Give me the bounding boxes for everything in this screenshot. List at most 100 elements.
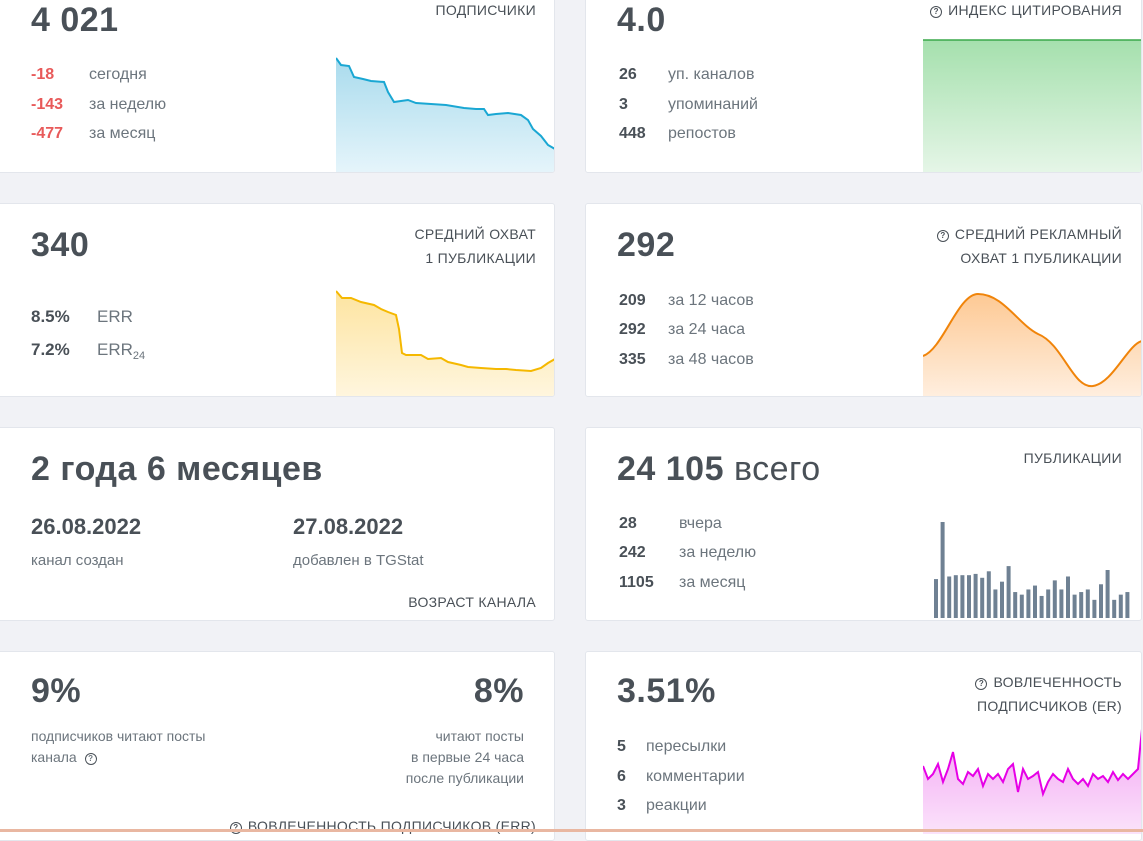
er-label-line2: ПОДПИСЧИКОВ (ER) bbox=[975, 694, 1122, 718]
posts-total: 24 105 bbox=[617, 450, 724, 488]
row-text: за месяц bbox=[89, 125, 155, 142]
posts-bar bbox=[1013, 592, 1017, 618]
posts-bar bbox=[1086, 589, 1090, 618]
posts-bar bbox=[967, 575, 971, 618]
posts-bar bbox=[1059, 589, 1063, 618]
posts-bar bbox=[974, 574, 978, 618]
er-card: 3.51% ?ВОВЛЕЧЕННОСТЬПОДПИСЧИКОВ (ER) 5пе… bbox=[585, 651, 1142, 841]
posts-bar bbox=[993, 589, 997, 618]
posts-bar bbox=[1106, 570, 1110, 618]
row-num: -477 bbox=[31, 125, 89, 143]
posts-bar bbox=[1046, 589, 1050, 618]
row-num: 209 bbox=[619, 292, 668, 310]
row-num: 242 bbox=[619, 544, 679, 562]
subscribers-label: ПОДПИСЧИКИ bbox=[435, 0, 536, 22]
citation-label-text: ИНДЕКС ЦИТИРОВАНИЯ bbox=[948, 2, 1122, 18]
row-text: за месяц bbox=[679, 574, 745, 591]
posts-bar bbox=[1007, 566, 1011, 618]
subscribers-row-today: -18сегодня bbox=[31, 66, 147, 84]
posts-bar bbox=[1079, 592, 1083, 618]
citation-row-mentions: 3упоминаний bbox=[619, 96, 758, 114]
row-text: вчера bbox=[679, 515, 722, 532]
row-num: 7.2% bbox=[31, 340, 97, 360]
posts-row-yesterday: 28вчера bbox=[619, 515, 722, 533]
posts-bar bbox=[934, 579, 938, 618]
row-num: 3 bbox=[617, 797, 646, 815]
posts-total-suffix: всего bbox=[734, 450, 821, 488]
reach-value: 340 bbox=[31, 226, 89, 265]
question-circle-icon[interactable]: ? bbox=[85, 753, 97, 765]
reach-row-err24: 7.2%ERR24 bbox=[31, 340, 145, 362]
posts-bar bbox=[1092, 600, 1096, 618]
err-left-text: подписчиков читают посты канала ? bbox=[31, 726, 205, 768]
row-text: комментарии bbox=[646, 768, 745, 785]
row-text: за неделю bbox=[679, 544, 756, 561]
posts-label: ПУБЛИКАЦИИ bbox=[1024, 446, 1122, 470]
created-date: 26.08.2022 bbox=[31, 514, 141, 540]
err-left-text-line2-text: канала bbox=[31, 749, 77, 765]
reach-label-line1: СРЕДНИЙ ОХВАТ bbox=[414, 222, 536, 246]
posts-bar bbox=[1099, 584, 1103, 618]
age-label: ВОЗРАСТ КАНАЛА bbox=[408, 590, 536, 614]
err-right-value: 8% bbox=[474, 672, 524, 711]
posts-bar bbox=[1119, 595, 1123, 618]
row-text: за 48 часов bbox=[668, 351, 754, 368]
citation-row-reposts: 448репостов bbox=[619, 125, 736, 143]
row-num: -18 bbox=[31, 66, 89, 84]
ad-reach-row-48h: 335за 48 часов bbox=[619, 351, 754, 369]
posts-bar bbox=[941, 522, 945, 618]
posts-bar bbox=[987, 571, 991, 618]
row-num: 5 bbox=[617, 738, 646, 756]
posts-card: 24 105 всего ПУБЛИКАЦИИ 28вчера 242за не… bbox=[585, 427, 1142, 621]
row-text: за 12 часов bbox=[668, 292, 754, 309]
er-value: 3.51% bbox=[617, 672, 716, 711]
row-num: 1105 bbox=[619, 574, 679, 592]
citation-row-channels: 26уп. каналов bbox=[619, 66, 754, 84]
reach-sparkline bbox=[336, 289, 555, 397]
subscribers-sparkline bbox=[336, 51, 555, 173]
age-value: 2 года 6 месяцев bbox=[31, 450, 323, 489]
err-left-value: 9% bbox=[31, 672, 81, 711]
row-text: реакции bbox=[646, 797, 707, 814]
row-num: 448 bbox=[619, 125, 668, 143]
posts-bar bbox=[1033, 586, 1037, 618]
row-text: ERR bbox=[97, 307, 133, 326]
err-right-text-line1: читают посты bbox=[406, 726, 524, 747]
row-text: за 24 часа bbox=[668, 321, 745, 338]
posts-bar bbox=[1040, 596, 1044, 618]
posts-bar bbox=[1000, 582, 1004, 618]
er-sparkline bbox=[923, 724, 1142, 834]
posts-bar bbox=[1112, 600, 1116, 618]
question-circle-icon[interactable]: ? bbox=[230, 822, 242, 834]
row-num: 6 bbox=[617, 768, 646, 786]
er-row-forwards: 5пересылки bbox=[617, 738, 726, 756]
row-text: за неделю bbox=[89, 96, 166, 113]
er-label: ?ВОВЛЕЧЕННОСТЬПОДПИСЧИКОВ (ER) bbox=[975, 670, 1122, 718]
posts-bar bbox=[980, 578, 984, 618]
row-num: 335 bbox=[619, 351, 668, 369]
ad-reach-row-12h: 209за 12 часов bbox=[619, 292, 754, 310]
question-circle-icon[interactable]: ? bbox=[975, 678, 987, 690]
subscribers-row-month: -477за месяц bbox=[31, 125, 155, 143]
subscribers-card: 4 021 ПОДПИСЧИКИ -18сегодня -143за недел… bbox=[0, 0, 555, 173]
row-text: репостов bbox=[668, 125, 736, 142]
row-text: упоминаний bbox=[668, 96, 758, 113]
reach-row-err: 8.5%ERR bbox=[31, 307, 133, 327]
posts-bar bbox=[1020, 595, 1024, 618]
subscribers-value: 4 021 bbox=[31, 1, 119, 40]
posts-bar bbox=[1066, 576, 1070, 618]
added-label: добавлен в TGStat bbox=[293, 552, 424, 569]
posts-row-month: 1105за месяц bbox=[619, 574, 745, 592]
question-circle-icon[interactable]: ? bbox=[937, 230, 949, 242]
reach-label-line2: 1 ПУБЛИКАЦИИ bbox=[414, 246, 536, 270]
citation-value: 4.0 bbox=[617, 1, 666, 40]
ad-reach-label-line2: ОХВАТ 1 ПУБЛИКАЦИИ bbox=[937, 246, 1122, 270]
row-subscript: 24 bbox=[133, 350, 145, 362]
question-circle-icon[interactable]: ? bbox=[930, 6, 942, 18]
posts-bar bbox=[960, 575, 964, 618]
ad-reach-value: 292 bbox=[617, 226, 675, 265]
citation-label: ? ИНДЕКС ЦИТИРОВАНИЯ bbox=[930, 0, 1122, 22]
posts-bar bbox=[954, 575, 958, 618]
row-num: 3 bbox=[619, 96, 668, 114]
ad-reach-card: 292 ?СРЕДНИЙ РЕКЛАМНЫЙОХВАТ 1 ПУБЛИКАЦИИ… bbox=[585, 203, 1142, 397]
